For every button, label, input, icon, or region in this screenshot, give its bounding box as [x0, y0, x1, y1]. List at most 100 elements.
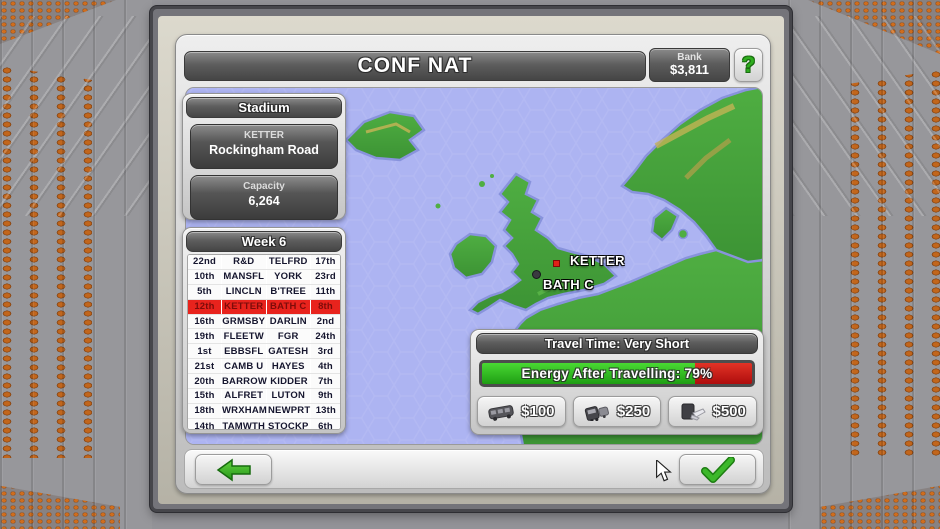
capacity-card: Capacity 6,264	[190, 175, 338, 220]
help-button[interactable]: ?	[734, 48, 763, 82]
home-position: 19th	[188, 329, 221, 343]
home-position: 1st	[188, 344, 221, 358]
plane-price: $500	[712, 403, 745, 420]
train-price: $250	[617, 403, 650, 420]
train-icon	[584, 403, 612, 421]
ground-card: KETTER Rockingham Road	[190, 124, 338, 169]
home-team: LINCLN	[222, 285, 266, 299]
home-position: 16th	[188, 315, 221, 329]
away-team: YORK	[267, 270, 311, 284]
home-team: TAMWTH	[222, 419, 266, 430]
home-town-marker	[553, 260, 560, 267]
travel-option-plane[interactable]: $500	[668, 396, 757, 427]
fixtures-panel: Week 6 22nd R&D TELFRD 17th 10th MANSFL …	[182, 227, 346, 434]
home-team: R&D	[222, 255, 266, 269]
home-team: KETTER	[222, 300, 266, 314]
fixtures-table: 22nd R&D TELFRD 17th 10th MANSFL YORK 23…	[187, 254, 341, 430]
travel-option-bus[interactable]: $100	[477, 396, 566, 427]
stadium-panel-title: Stadium	[186, 97, 342, 118]
fixture-row: 1st EBBSFL GATESH 3rd	[188, 344, 340, 359]
travel-option-train[interactable]: $250	[573, 396, 662, 427]
stand-wall-left	[0, 0, 152, 529]
energy-label: Energy After Travelling: 79%	[482, 363, 752, 384]
away-team: GATESH	[267, 344, 311, 358]
bottom-action-bar	[184, 449, 764, 489]
bus-price: $100	[521, 403, 554, 420]
plane-icon	[679, 403, 707, 421]
away-position: 11th	[311, 285, 340, 299]
stand-wall-right	[788, 0, 940, 529]
home-team: FLEETW	[222, 329, 266, 343]
away-position: 3rd	[311, 344, 340, 358]
away-position: 4th	[311, 359, 340, 373]
page-title: CONF NAT	[184, 51, 646, 81]
away-team: BATH C	[267, 300, 311, 314]
fixture-row: 19th FLEETW FGR 24th	[188, 329, 340, 344]
away-position: 23rd	[311, 270, 340, 284]
back-button[interactable]	[195, 454, 272, 485]
home-position: 10th	[188, 270, 221, 284]
travel-options: $100 $250 $50	[477, 396, 757, 427]
away-position: 13th	[311, 404, 340, 418]
away-team: NEWPRT	[268, 404, 310, 418]
home-position: 22nd	[188, 255, 221, 269]
home-town-label: KETTER	[570, 253, 625, 268]
home-position: 18th	[188, 404, 221, 418]
home-position: 5th	[188, 285, 221, 299]
home-team: EBBSFL	[222, 344, 266, 358]
away-position: 17th	[311, 255, 340, 269]
home-team: WRXHAM	[222, 404, 267, 418]
away-team: LUTON	[267, 389, 311, 403]
main-panel: CONF NAT Bank $3,811 ?	[175, 34, 771, 494]
fixture-row: 16th GRMSBY DARLIN 2nd	[188, 315, 340, 330]
travel-panel: Travel Time: Very Short Energy After Tra…	[470, 329, 764, 435]
bank-display: Bank $3,811	[649, 48, 730, 82]
fixture-row: 20th BARROW KIDDER 7th	[188, 374, 340, 389]
check-icon	[701, 457, 735, 483]
fixture-row: 21st CAMB U HAYES 4th	[188, 359, 340, 374]
stadium-stand-right	[788, 0, 940, 529]
home-position: 15th	[188, 389, 221, 403]
capacity-label: Capacity	[191, 181, 337, 192]
home-position: 21st	[188, 359, 221, 373]
fixtures-panel-title: Week 6	[186, 231, 342, 252]
home-position: 14th	[188, 419, 221, 430]
away-team: KIDDER	[268, 374, 310, 388]
away-team: TELFRD	[267, 255, 311, 269]
away-team: FGR	[267, 329, 311, 343]
bank-value: $3,811	[670, 63, 709, 77]
fixture-row: 18th WRXHAM NEWPRT 13th	[188, 404, 340, 419]
home-team: GRMSBY	[222, 315, 266, 329]
away-team: B'TREE	[267, 285, 311, 299]
away-position: 9th	[311, 389, 340, 403]
home-team: ALFRET	[222, 389, 266, 403]
confirm-button[interactable]	[679, 454, 756, 485]
away-town-label: BATH C	[543, 277, 594, 292]
team-name: KETTER	[191, 130, 337, 141]
capacity-value: 6,264	[191, 194, 337, 208]
bus-icon	[488, 403, 516, 421]
away-position: 2nd	[311, 315, 340, 329]
away-team: HAYES	[267, 359, 311, 373]
away-position: 8th	[311, 300, 340, 314]
home-team: BARROW	[222, 374, 267, 388]
travel-time-title: Travel Time: Very Short	[476, 333, 758, 354]
energy-bar: Energy After Travelling: 79%	[479, 360, 755, 387]
ground-name: Rockingham Road	[191, 143, 337, 157]
stadium-panel: Stadium KETTER Rockingham Road Capacity …	[182, 93, 346, 220]
away-position: 6th	[311, 419, 340, 430]
fixture-row-current: 12th KETTER BATH C 8th	[188, 300, 340, 315]
help-icon: ?	[742, 52, 755, 78]
fixture-row: 15th ALFRET LUTON 9th	[188, 389, 340, 404]
home-team: CAMB U	[222, 359, 266, 373]
fixture-row: 22nd R&D TELFRD 17th	[188, 255, 340, 270]
home-position: 20th	[188, 374, 221, 388]
fixture-row: 14th TAMWTH STOCKP 6th	[188, 419, 340, 430]
stadium-stand-left	[0, 0, 152, 529]
away-town-marker	[532, 270, 541, 279]
left-arrow-icon	[216, 458, 252, 482]
fixture-row: 5th LINCLN B'TREE 11th	[188, 285, 340, 300]
away-position: 7th	[311, 374, 340, 388]
away-team: STOCKP	[267, 419, 311, 430]
away-team: DARLIN	[267, 315, 311, 329]
